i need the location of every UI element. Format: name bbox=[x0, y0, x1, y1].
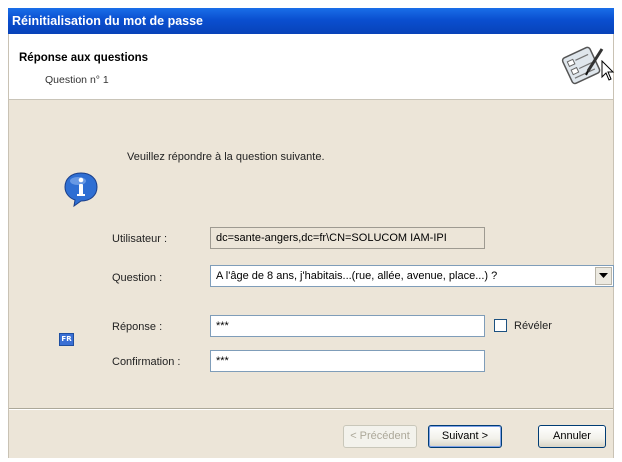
answer-field[interactable]: *** bbox=[210, 315, 485, 337]
header-title: Réponse aux questions bbox=[19, 52, 149, 64]
confirm-field[interactable]: *** bbox=[210, 350, 485, 372]
confirm-label: Confirmation : bbox=[112, 356, 181, 368]
cancel-button[interactable]: Annuler bbox=[538, 425, 606, 448]
dialog-window: Réponse aux questions Question n° 1 Veui… bbox=[8, 34, 614, 458]
reveal-checkbox[interactable] bbox=[494, 319, 507, 332]
instruction-text: Veuillez répondre à la question suivante… bbox=[127, 151, 325, 163]
next-button[interactable]: Suivant > bbox=[428, 425, 502, 448]
answer-label: Réponse : bbox=[112, 321, 163, 333]
user-label: Utilisateur : bbox=[112, 233, 168, 245]
wizard-header: Réponse aux questions Question n° 1 bbox=[9, 34, 613, 100]
chevron-down-icon[interactable] bbox=[595, 267, 612, 285]
question-selected-value: A l'âge de 8 ans, j'habitais...(rue, all… bbox=[216, 270, 498, 282]
mouse-cursor-icon bbox=[601, 60, 615, 81]
language-badge: FR bbox=[59, 333, 74, 346]
question-select[interactable]: A l'âge de 8 ans, j'habitais...(rue, all… bbox=[210, 265, 614, 287]
header-subtitle: Question n° 1 bbox=[45, 74, 109, 86]
info-icon bbox=[62, 170, 100, 208]
question-label: Question : bbox=[112, 272, 163, 284]
previous-button[interactable]: < Précédent bbox=[343, 425, 417, 448]
footer-separator bbox=[9, 408, 613, 410]
form-pen-icon bbox=[561, 46, 604, 85]
window-title: Réinitialisation du mot de passe bbox=[8, 8, 614, 34]
reveal-label[interactable]: Révéler bbox=[514, 320, 552, 332]
user-field: dc=sante-angers,dc=fr\CN=SOLUCOM IAM-IPI bbox=[210, 227, 485, 249]
